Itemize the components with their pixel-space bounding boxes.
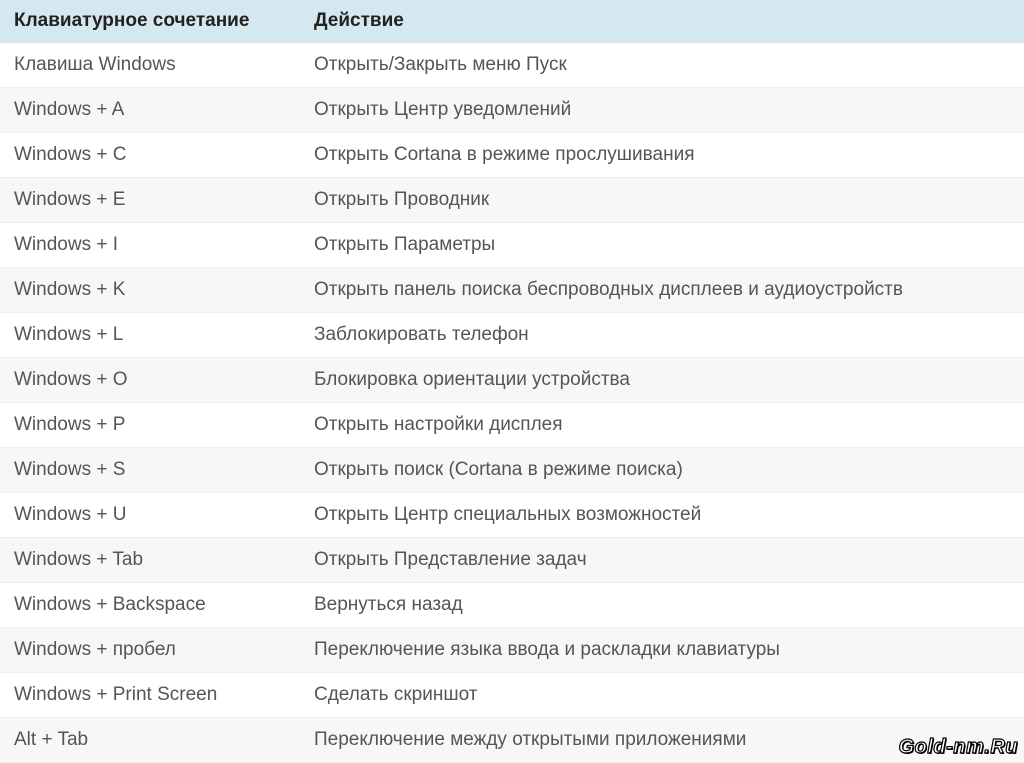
cell-shortcut: Windows + C	[0, 133, 300, 178]
cell-shortcut: Клавиша Windows	[0, 43, 300, 88]
table-row: Windows + OБлокировка ориентации устройс…	[0, 358, 1024, 403]
cell-action: Открыть поиск (Cortana в режиме поиска)	[300, 448, 1024, 493]
cell-action: Открыть Представление задач	[300, 538, 1024, 583]
cell-shortcut: Windows + Tab	[0, 538, 300, 583]
cell-action: Открыть/Закрыть меню Пуск	[300, 43, 1024, 88]
cell-action: Открыть панель поиска беспроводных диспл…	[300, 268, 1024, 313]
cell-action: Открыть Cortana в режиме прослушивания	[300, 133, 1024, 178]
cell-shortcut: Windows + S	[0, 448, 300, 493]
cell-shortcut: Windows + U	[0, 493, 300, 538]
cell-action: Блокировка ориентации устройства	[300, 358, 1024, 403]
cell-action: Вернуться назад	[300, 583, 1024, 628]
table-row: Windows + LЗаблокировать телефон	[0, 313, 1024, 358]
cell-action: Открыть Центр уведомлений	[300, 88, 1024, 133]
cell-shortcut: Windows + E	[0, 178, 300, 223]
table-row: Windows + Print ScreenСделать скриншот	[0, 673, 1024, 718]
table-row: Windows + TabОткрыть Представление задач	[0, 538, 1024, 583]
cell-shortcut: Windows + Print Screen	[0, 673, 300, 718]
cell-action: Сделать скриншот	[300, 673, 1024, 718]
header-shortcut: Клавиатурное сочетание	[0, 0, 300, 43]
cell-shortcut: Windows + L	[0, 313, 300, 358]
table-row: Windows + SОткрыть поиск (Cortana в режи…	[0, 448, 1024, 493]
cell-shortcut: Windows + O	[0, 358, 300, 403]
table-row: Windows + BackspaceВернуться назад	[0, 583, 1024, 628]
cell-shortcut: Windows + I	[0, 223, 300, 268]
table-row: Windows + PОткрыть настройки дисплея	[0, 403, 1024, 448]
table-row: Windows + EОткрыть Проводник	[0, 178, 1024, 223]
cell-shortcut: Windows + Backspace	[0, 583, 300, 628]
cell-action: Переключение языка ввода и раскладки кла…	[300, 628, 1024, 673]
table-row: Windows + CОткрыть Cortana в режиме прос…	[0, 133, 1024, 178]
cell-action: Открыть настройки дисплея	[300, 403, 1024, 448]
cell-shortcut: Windows + P	[0, 403, 300, 448]
cell-action: Открыть Проводник	[300, 178, 1024, 223]
cell-action: Заблокировать телефон	[300, 313, 1024, 358]
cell-shortcut: Windows + пробел	[0, 628, 300, 673]
watermark-text: Gold-nm.Ru	[899, 736, 1018, 759]
cell-shortcut: Windows + A	[0, 88, 300, 133]
table-row: Windows + UОткрыть Центр специальных воз…	[0, 493, 1024, 538]
table-header-row: Клавиатурное сочетание Действие	[0, 0, 1024, 43]
cell-action: Открыть Центр специальных возможностей	[300, 493, 1024, 538]
shortcuts-table: Клавиатурное сочетание Действие Клавиша …	[0, 0, 1024, 763]
table-row: Клавиша WindowsОткрыть/Закрыть меню Пуск	[0, 43, 1024, 88]
table-row: Windows + KОткрыть панель поиска беспров…	[0, 268, 1024, 313]
header-action: Действие	[300, 0, 1024, 43]
table-row: Windows + AОткрыть Центр уведомлений	[0, 88, 1024, 133]
table-body: Клавиша WindowsОткрыть/Закрыть меню Пуск…	[0, 43, 1024, 763]
cell-action: Открыть Параметры	[300, 223, 1024, 268]
cell-shortcut: Windows + K	[0, 268, 300, 313]
table-row: Windows + пробелПереключение языка ввода…	[0, 628, 1024, 673]
table-row: Windows + IОткрыть Параметры	[0, 223, 1024, 268]
table-row: Alt + TabПереключение между открытыми пр…	[0, 718, 1024, 763]
cell-shortcut: Alt + Tab	[0, 718, 300, 763]
